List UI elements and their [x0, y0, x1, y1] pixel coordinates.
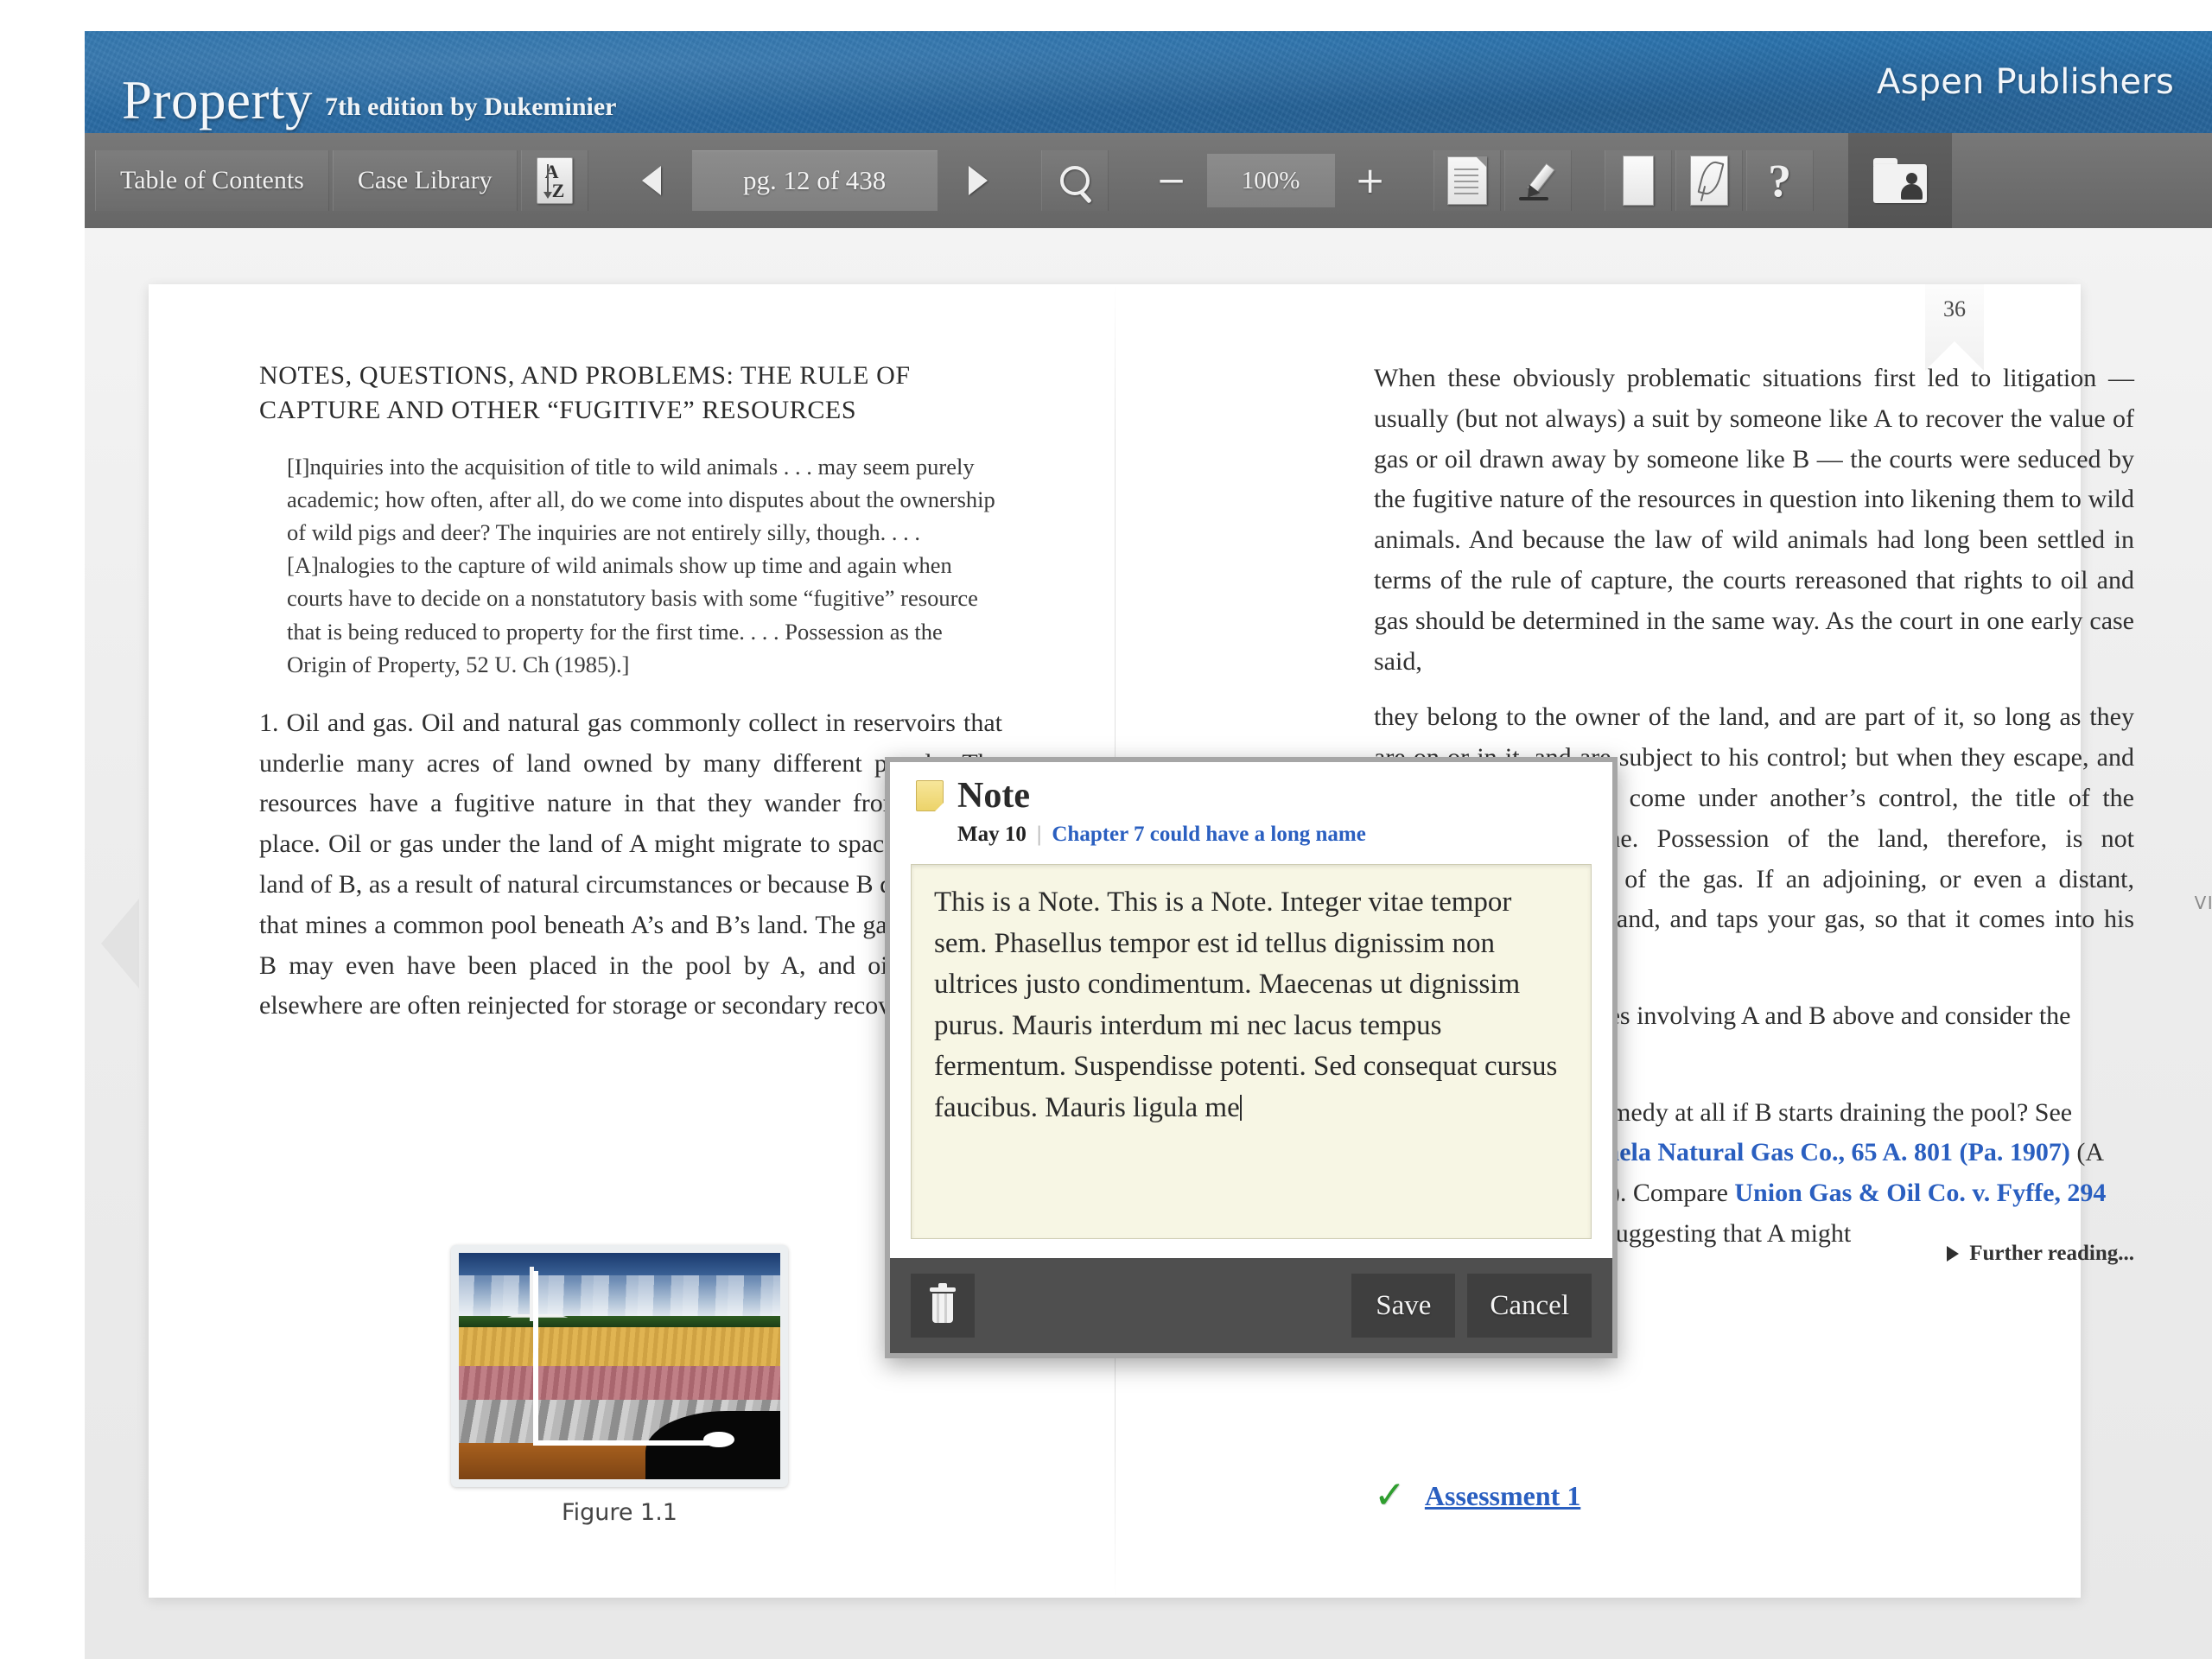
figure-image-oil-well-cross-section	[451, 1245, 788, 1487]
search-button[interactable]	[1040, 150, 1109, 211]
pencil-icon	[1514, 156, 1562, 205]
reader-viewport: 36 NOTES, QUESTIONS, AND PROBLEMS: THE R…	[85, 228, 2212, 1659]
trash-can-icon	[928, 1283, 957, 1324]
note-text-editor[interactable]: This is a Note. This is a Note. Integer …	[911, 864, 1592, 1239]
question-a-post: (suggesting that A might	[1590, 1218, 1852, 1248]
publisher-brand: Aspen Publishers	[1877, 62, 2174, 102]
table-of-contents-button[interactable]: Table of Contents	[95, 150, 329, 211]
note-chapter-link[interactable]: Chapter 7 could have a long name	[1052, 823, 1365, 847]
toolbar-divider-3	[1110, 150, 1140, 211]
previous-page-button[interactable]	[621, 150, 682, 211]
note-dialog-title: Note	[957, 776, 1030, 816]
note-body-text: This is a Note. This is a Note. Integer …	[934, 887, 1558, 1123]
page-indicator-label: pg. 12 of 438	[742, 165, 887, 195]
figure-caption: Figure 1.1	[562, 1499, 677, 1526]
section-heading: NOTES, QUESTIONS, AND PROBLEMS: THE RULE…	[259, 361, 911, 424]
assessment-link-row[interactable]: ✓ Assessment 1	[1374, 1477, 1580, 1515]
help-button[interactable]: ?	[1745, 150, 1814, 211]
text-cursor	[1239, 1094, 1242, 1121]
zoom-in-button[interactable]: +	[1340, 150, 1401, 211]
delete-note-button[interactable]	[911, 1274, 975, 1338]
note-page-icon	[916, 780, 944, 811]
block-quote: [I]nquiries into the acquisition of titl…	[287, 453, 995, 677]
page-turn-left-icon	[101, 899, 139, 988]
toolbar-divider-5	[1573, 150, 1603, 211]
save-button[interactable]: Save	[1351, 1274, 1456, 1338]
toolbar-divider-6	[1815, 150, 1845, 211]
toolbar-divider-1	[590, 150, 620, 211]
note-dialog-footer: Save Cancel	[890, 1258, 1612, 1353]
az-icon-arrow	[543, 164, 552, 199]
cancel-button[interactable]: Cancel	[1467, 1274, 1592, 1338]
folder-with-user-icon	[1872, 158, 1927, 203]
note-dialog-header: Note May 10 | Chapter 7 could have a lon…	[890, 762, 1612, 859]
account-library-button[interactable]	[1847, 133, 1952, 228]
book-edition: 7th edition by Dukeminier	[324, 92, 617, 121]
figure-block: Figure 1.1	[451, 1245, 788, 1526]
zoom-out-button[interactable]: −	[1141, 150, 1202, 211]
question-mark-icon: ?	[1768, 155, 1792, 207]
annotate-button[interactable]	[1675, 150, 1743, 211]
document-icon	[1446, 156, 1487, 205]
note-date: May 10	[957, 823, 1027, 846]
next-page-button[interactable]	[948, 150, 1008, 211]
book-title-group: Property 7th edition by Dukeminier	[122, 73, 617, 128]
minus-icon: −	[1156, 159, 1187, 201]
further-reading-link[interactable]: Further reading...	[1947, 1242, 2134, 1266]
zoom-level-label: 100%	[1241, 166, 1300, 194]
case-library-button[interactable]: Case Library	[332, 150, 518, 211]
notes-button[interactable]	[1433, 150, 1501, 211]
book-title: Property	[122, 70, 313, 130]
toolbar-divider-2	[1010, 150, 1039, 211]
ebook-reader-app: Property 7th edition by Dukeminier Aspen…	[0, 0, 2212, 1659]
note-meta-separator: |	[1036, 823, 1042, 846]
chevron-right-icon	[1947, 1246, 1960, 1262]
video-media-button[interactable]: VIDEO	[2177, 887, 2212, 913]
note-title-row: Note	[916, 778, 1586, 814]
right-triangle-icon	[968, 166, 988, 195]
check-mark-icon: ✓	[1374, 1473, 1406, 1517]
page-indicator[interactable]: pg. 12 of 438	[691, 150, 938, 211]
highlight-button[interactable]	[1503, 150, 1572, 211]
turn-page-previous[interactable]	[93, 228, 147, 1659]
reader-toolbar: Table of Contents Case Library A Z pg. 1…	[85, 133, 2212, 228]
sort-az-button[interactable]: A Z	[520, 150, 588, 211]
app-header: Property 7th edition by Dukeminier Aspen…	[85, 31, 2212, 133]
quill-icon	[1689, 156, 1728, 206]
note-dialog[interactable]: Note May 10 | Chapter 7 could have a lon…	[885, 757, 1618, 1358]
video-label: VIDEO	[2194, 893, 2212, 913]
bookmark-button[interactable]	[1604, 150, 1672, 211]
assessment-link[interactable]: Assessment 1	[1425, 1480, 1580, 1512]
search-icon	[1059, 166, 1090, 195]
left-triangle-icon	[641, 166, 661, 195]
cancel-label: Cancel	[1490, 1289, 1569, 1321]
a-to-z-icon: A Z	[536, 157, 573, 204]
case-library-label: Case Library	[357, 166, 493, 194]
toolbar-divider-4	[1402, 150, 1432, 211]
document-icon-lines	[1453, 168, 1478, 199]
further-reading-label: Further reading...	[1969, 1242, 2134, 1265]
table-of-contents-label: Table of Contents	[120, 166, 304, 194]
zoom-level-display[interactable]: 100%	[1206, 154, 1335, 207]
note-meta-row: May 10 | Chapter 7 could have a long nam…	[957, 823, 1586, 847]
blank-page-icon	[1622, 156, 1654, 206]
right-body-paragraph-1: When these obviously problematic situati…	[1374, 364, 2134, 676]
save-label: Save	[1376, 1289, 1432, 1321]
plus-icon: +	[1355, 159, 1386, 201]
az-icon-letter-bottom: Z	[551, 180, 565, 201]
